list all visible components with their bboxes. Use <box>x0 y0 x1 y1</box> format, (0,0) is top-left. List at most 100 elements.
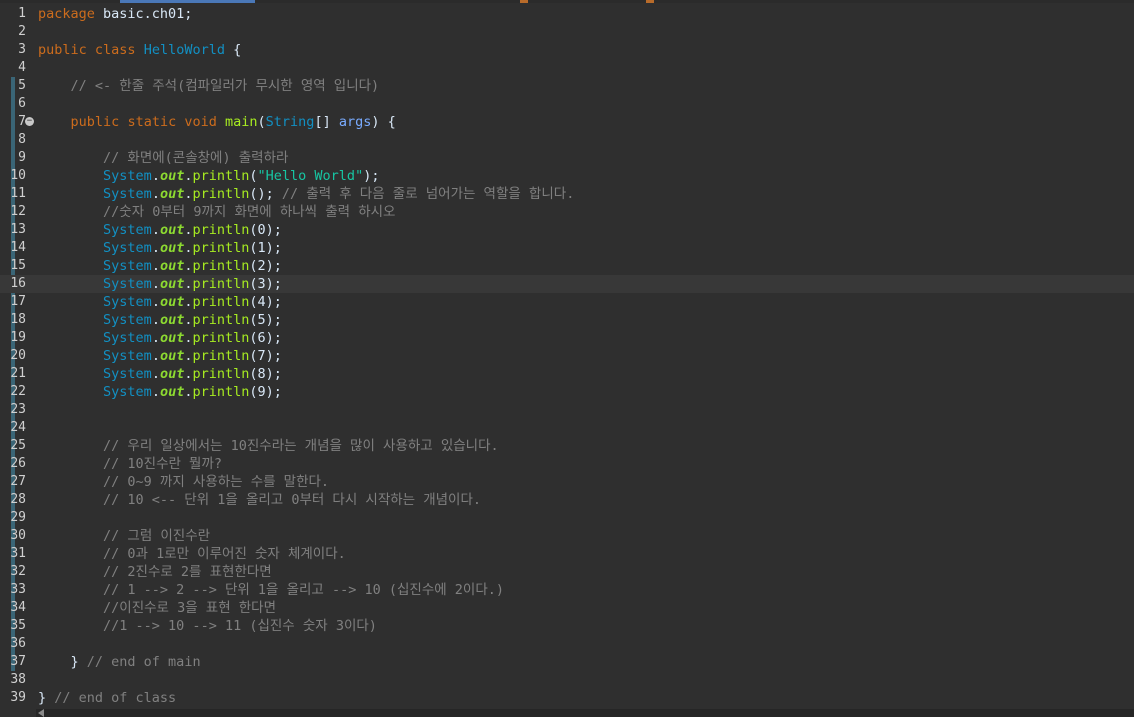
code-line[interactable]: 22 System.out.println(9); <box>0 383 1134 401</box>
code-token: out <box>159 384 185 400</box>
code-line[interactable]: 8 <box>0 131 1134 149</box>
code-token: System <box>103 276 152 292</box>
code-token: System <box>103 348 152 364</box>
code-token: println <box>192 348 250 364</box>
code-line[interactable]: 15 System.out.println(2); <box>0 257 1134 275</box>
code-line[interactable]: 38 <box>0 671 1134 689</box>
code-line[interactable]: 10 System.out.println("Hello World"); <box>0 167 1134 185</box>
code-line[interactable]: 34 //이진수로 3을 표현 한다면 <box>0 599 1134 617</box>
code-line[interactable]: 26 // 10진수란 뭘까? <box>0 455 1134 473</box>
code-line[interactable]: 35 //1 --> 10 --> 11 (십진수 숫자 3이다) <box>0 617 1134 635</box>
code-line[interactable]: 36 <box>0 635 1134 653</box>
code-token: main <box>225 114 258 130</box>
code-line[interactable]: 30 // 그럼 이진수란 <box>0 527 1134 545</box>
code-token: System <box>103 330 152 346</box>
code-line[interactable]: 5 // <- 한줄 주석(컴파일러가 무시한 영역 입니다) <box>0 77 1134 95</box>
line-number: 34 <box>10 600 26 615</box>
code-line[interactable]: 31 // 0과 1로만 이루어진 숫자 체계이다. <box>0 545 1134 563</box>
code-token: . <box>151 168 160 184</box>
fold-collapse-icon[interactable]: − <box>25 117 34 126</box>
code-line[interactable]: 39} // end of class <box>0 689 1134 707</box>
code-line[interactable]: 1 package basic.ch01; <box>0 5 1134 23</box>
code-line[interactable]: 11 System.out.println(); // 출력 후 다음 줄로 넘… <box>0 185 1134 203</box>
line-number: 37 <box>10 654 26 669</box>
code-token: ); <box>363 168 380 184</box>
code-token: System <box>103 222 152 238</box>
code-line[interactable]: 29 <box>0 509 1134 527</box>
code-content: } // end of class <box>38 689 176 707</box>
code-token: System <box>103 366 152 382</box>
code-token: String <box>265 114 315 130</box>
code-token: . <box>151 294 160 310</box>
code-text-area[interactable]: 1 package basic.ch01; 2 3 public class Hello… <box>0 5 1134 707</box>
line-number: 18 <box>10 312 26 327</box>
code-line[interactable]: 13 System.out.println(0); <box>0 221 1134 239</box>
code-content: System.out.println(4); <box>38 293 282 311</box>
code-token: // 1 --> 2 --> 단위 1을 올리고 --> 10 (십진수에 2이… <box>103 582 505 598</box>
code-token: System <box>103 186 152 202</box>
code-line[interactable]: 25 // 우리 일상에서는 10진수라는 개념을 많이 사용하고 있습니다. <box>0 437 1134 455</box>
code-content: System.out.println(7); <box>38 347 282 365</box>
code-token: System <box>103 168 152 184</box>
code-line[interactable]: 23 <box>0 401 1134 419</box>
active-tab-indicator[interactable] <box>120 0 255 3</box>
code-token: // 0~9 까지 사용하는 수를 말한다. <box>103 474 330 490</box>
code-token: println <box>192 168 250 184</box>
code-token: println <box>192 384 250 400</box>
code-token: (7); <box>249 348 282 364</box>
code-content: //숫자 0부터 9까지 화면에 하나씩 출력 하시오 <box>38 203 395 221</box>
code-token: System <box>103 384 152 400</box>
code-token: // end of main <box>86 654 201 670</box>
scroll-left-arrow-icon[interactable] <box>38 709 44 717</box>
code-line[interactable]: 24 <box>0 419 1134 437</box>
code-line[interactable]: 14 System.out.println(1); <box>0 239 1134 257</box>
code-line[interactable]: 3 public class HelloWorld { <box>0 41 1134 59</box>
code-token: //1 --> 10 --> 11 (십진수 숫자 3이다) <box>103 618 377 634</box>
code-token: "Hello World" <box>257 168 364 184</box>
code-line[interactable]: 37 } // end of main <box>0 653 1134 671</box>
code-line[interactable]: 6 <box>0 95 1134 113</box>
code-line[interactable]: 27 // 0~9 까지 사용하는 수를 말한다. <box>0 473 1134 491</box>
code-token: out <box>159 168 185 184</box>
code-line[interactable]: 33 // 1 --> 2 --> 단위 1을 올리고 --> 10 (십진수에… <box>0 581 1134 599</box>
line-number: 29 <box>10 510 26 525</box>
code-token: . <box>151 348 160 364</box>
code-content: } // end of main <box>38 653 201 671</box>
code-line[interactable]: 2 <box>0 23 1134 41</box>
code-line[interactable]: 12 //숫자 0부터 9까지 화면에 하나씩 출력 하시오 <box>0 203 1134 221</box>
line-number: 21 <box>10 366 26 381</box>
code-content: // 0과 1로만 이루어진 숫자 체계이다. <box>38 545 346 563</box>
code-content: System.out.println(1); <box>38 239 282 257</box>
line-number: 15 <box>10 258 26 273</box>
code-content: System.out.println(2); <box>38 257 282 275</box>
code-line[interactable]: 32 // 2진수로 2를 표현한다면 <box>0 563 1134 581</box>
horizontal-scrollbar[interactable] <box>36 709 1134 717</box>
line-number: 28 <box>10 492 26 507</box>
line-number: 5 <box>18 78 26 93</box>
code-content: // 2진수로 2를 표현한다면 <box>38 563 272 581</box>
code-line[interactable]: 4 <box>0 59 1134 77</box>
code-line[interactable]: 7− public static void main(String[] args… <box>0 113 1134 131</box>
code-line[interactable]: 17 System.out.println(4); <box>0 293 1134 311</box>
code-line[interactable]: 28 // 10 <-- 단위 1을 올리고 0부터 다시 시작하는 개념이다. <box>0 491 1134 509</box>
code-editor[interactable]: 1 package basic.ch01; 2 3 public class Hello… <box>0 0 1134 717</box>
code-token: (5); <box>249 312 282 328</box>
code-token: // <- 한줄 주석(컴파일러가 무시한 영역 입니다) <box>70 78 380 94</box>
code-line[interactable]: 9 // 화면에(콘솔창에) 출력하라 <box>0 149 1134 167</box>
line-number: 32 <box>10 564 26 579</box>
code-line[interactable]: 18 System.out.println(5); <box>0 311 1134 329</box>
code-line[interactable]: 21 System.out.println(8); <box>0 365 1134 383</box>
code-token: // 2진수로 2를 표현한다면 <box>103 564 272 580</box>
code-content: System.out.println(5); <box>38 311 282 329</box>
code-line[interactable]: 19 System.out.println(6); <box>0 329 1134 347</box>
code-line[interactable]: 16 System.out.println(3); <box>0 275 1134 293</box>
code-token: // 10진수란 뭘까? <box>103 456 223 472</box>
code-line[interactable]: 20 System.out.println(7); <box>0 347 1134 365</box>
tab-marker <box>520 0 528 3</box>
